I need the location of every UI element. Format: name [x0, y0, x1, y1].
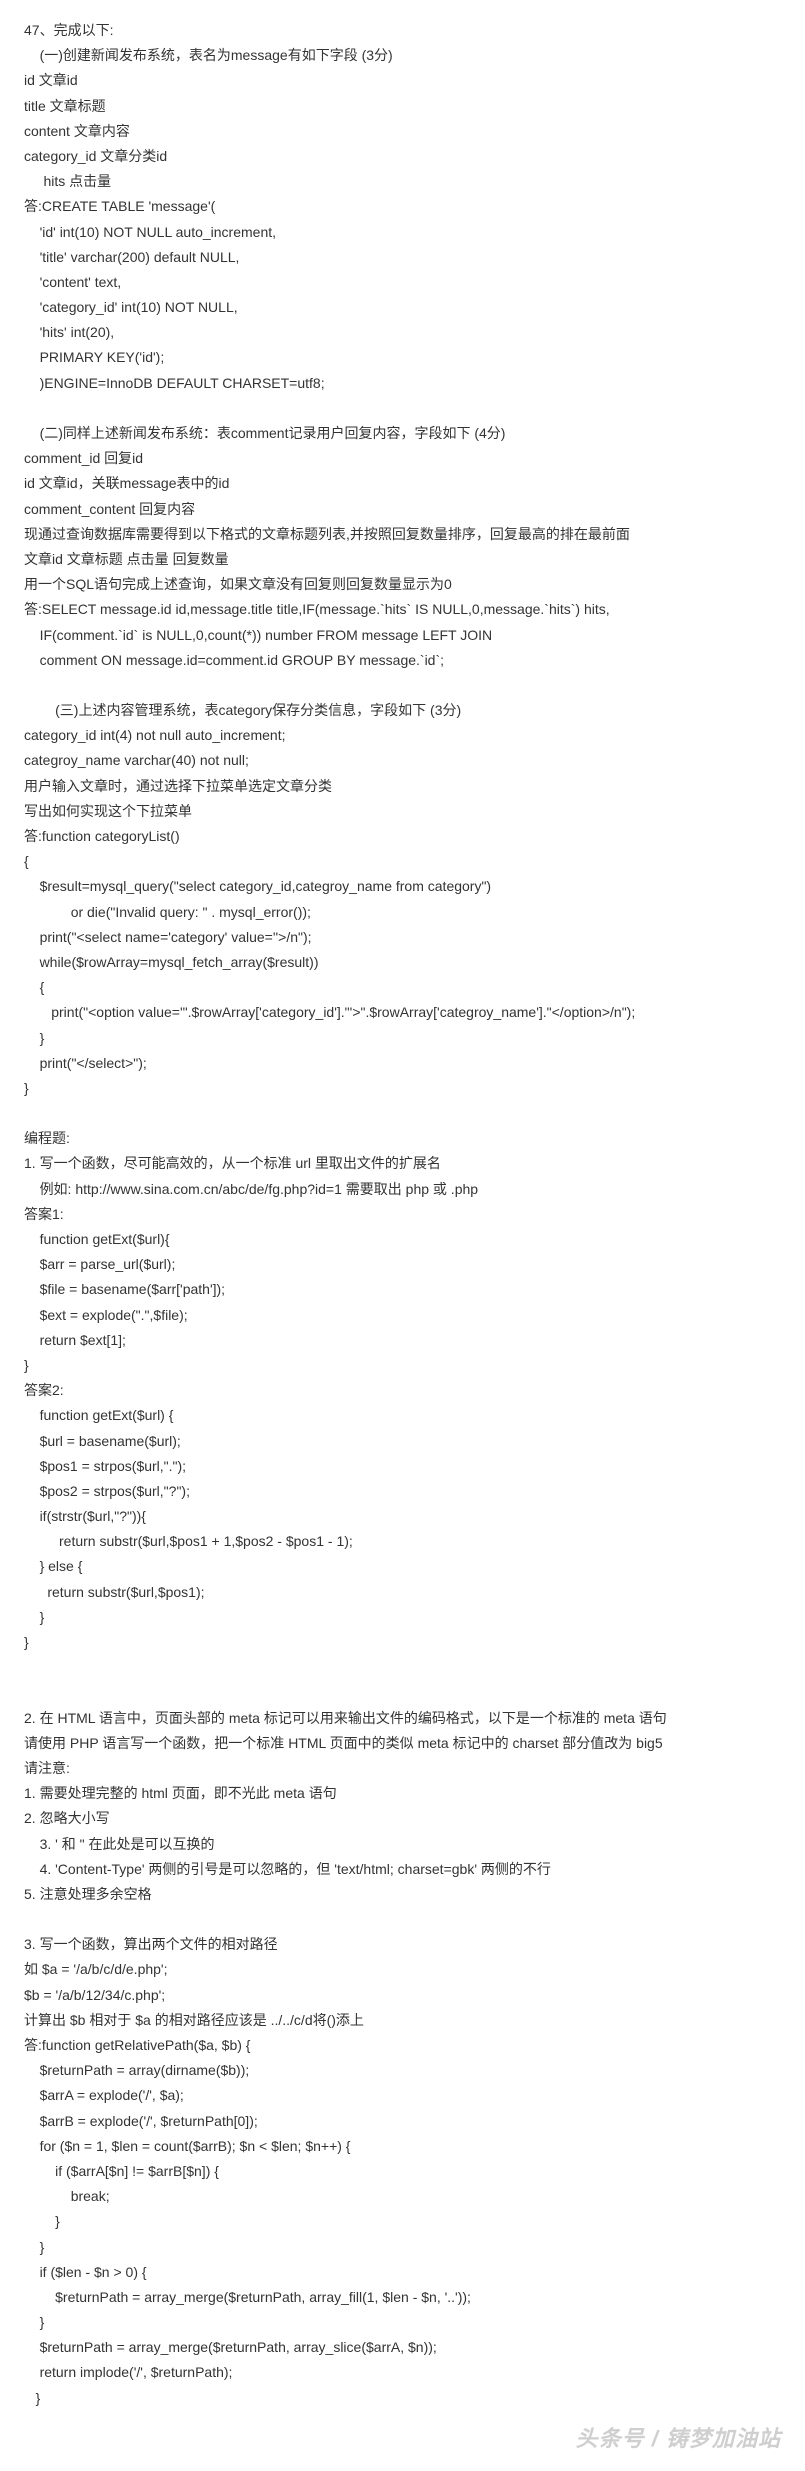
q47-p1-title: (一)创建新闻发布系统，表名为message有如下字段 (3分) — [24, 43, 781, 68]
prog-q1-ans2-line: function getExt($url) { — [24, 1403, 781, 1428]
q47-p1-field: category_id 文章分类id — [24, 144, 781, 169]
q47-p1-field: title 文章标题 — [24, 94, 781, 119]
spacer — [24, 396, 781, 421]
q47-p2-field: comment_id 回复id — [24, 446, 781, 471]
q47-p3-answer-line: while($rowArray=mysql_fetch_array($resul… — [24, 950, 781, 975]
prog-q3-line: 如 $a = '/a/b/c/d/e.php'; — [24, 1957, 781, 1982]
prog-q3-answer-line: for ($n = 1, $len = count($arrB); $n < $… — [24, 2134, 781, 2159]
spacer — [24, 1680, 781, 1705]
prog-q3-line: 计算出 $b 相对于 $a 的相对路径应该是 ../../c/d将()添上 — [24, 2008, 781, 2033]
q47-header: 47、完成以下: — [24, 18, 781, 43]
q47-p3-answer-line: or die("Invalid query: " . mysql_error()… — [24, 900, 781, 925]
q47-p2-field: 文章id 文章标题 点击量 回复数量 — [24, 547, 781, 572]
prog-q1-ans2-line: $pos1 = strpos($url,"."); — [24, 1454, 781, 1479]
programming-header: 编程题: — [24, 1126, 781, 1151]
q47-p2-answer-line: comment ON message.id=comment.id GROUP B… — [24, 648, 781, 673]
q47-p3-field: categroy_name varchar(40) not null; — [24, 748, 781, 773]
prog-q3-answer-line: $returnPath = array_merge($returnPath, a… — [24, 2335, 781, 2360]
q47-p1-answer-line: )ENGINE=InnoDB DEFAULT CHARSET=utf8; — [24, 371, 781, 396]
q47-p3-answer-line: $result=mysql_query("select category_id,… — [24, 874, 781, 899]
q47-p1-answer-line: 'title' varchar(200) default NULL, — [24, 245, 781, 270]
prog-q2-line: 4. 'Content-Type' 两侧的引号是可以忽略的，但 'text/ht… — [24, 1857, 781, 1882]
q47-p1-answer-line: PRIMARY KEY('id'); — [24, 345, 781, 370]
prog-q3-answer-line: } — [24, 2386, 781, 2411]
prog-q3-answer-line: } — [24, 2310, 781, 2335]
q47-p3-answer-line: print("</select>"); — [24, 1051, 781, 1076]
q47-p1-answer-label: 答:CREATE TABLE 'message'( — [24, 194, 781, 219]
prog-q1-ans2-line: return substr($url,$pos1); — [24, 1580, 781, 1605]
q47-p1-answer-line: 'content' text, — [24, 270, 781, 295]
watermark-text: 头条号 / 铸梦加油站 — [576, 2419, 781, 2459]
prog-q2-line: 请使用 PHP 语言写一个函数，把一个标准 HTML 页面中的类似 meta 标… — [24, 1731, 781, 1756]
prog-q1-ans1-line: $ext = explode(".",$file); — [24, 1303, 781, 1328]
prog-q1-ans2-line: } — [24, 1605, 781, 1630]
spacer — [24, 1655, 781, 1680]
q47-p2-field: id 文章id，关联message表中的id — [24, 471, 781, 496]
prog-q1-ans2-line: $pos2 = strpos($url,"?"); — [24, 1479, 781, 1504]
q47-p3-answer-line: print("<select name='category' value=''>… — [24, 925, 781, 950]
q47-p3-answer-line: { — [24, 975, 781, 1000]
q47-p1-answer-line: 'category_id' int(10) NOT NULL, — [24, 295, 781, 320]
prog-q1-ans1-label: 答案1: — [24, 1202, 781, 1227]
prog-q3-answer-line: 答:function getRelativePath($a, $b) { — [24, 2033, 781, 2058]
prog-q2-line: 5. 注意处理多余空格 — [24, 1882, 781, 1907]
prog-q1-ans2-label: 答案2: — [24, 1378, 781, 1403]
prog-q3-answer-line: if ($arrA[$n] != $arrB[$n]) { — [24, 2159, 781, 2184]
prog-q3-line: $b = '/a/b/12/34/c.php'; — [24, 1983, 781, 2008]
prog-q1-ans1-line: $file = basename($arr['path']); — [24, 1277, 781, 1302]
prog-q3-answer-line: $arrA = explode('/', $a); — [24, 2083, 781, 2108]
prog-q3-line: 3. 写一个函数，算出两个文件的相对路径 — [24, 1932, 781, 1957]
q47-p3-answer-line: print("<option value='".$rowArray['categ… — [24, 1000, 781, 1025]
prog-q1-ans2-line: return substr($url,$pos1 + 1,$pos2 - $po… — [24, 1529, 781, 1554]
q47-p2-answer-line: 答:SELECT message.id id,message.title tit… — [24, 597, 781, 622]
q47-p2-title: (二)同样上述新闻发布系统：表comment记录用户回复内容，字段如下 (4分) — [24, 421, 781, 446]
prog-q2-line: 请注意: — [24, 1756, 781, 1781]
prog-q1-ans2-line: if(strstr($url,"?")){ — [24, 1504, 781, 1529]
prog-q1-ans2-line: $url = basename($url); — [24, 1429, 781, 1454]
prog-q1-ans1-line: return $ext[1]; — [24, 1328, 781, 1353]
prog-q2-line: 1. 需要处理完整的 html 页面，即不光此 meta 语句 — [24, 1781, 781, 1806]
prog-q2-line: 3. ' 和 " 在此处是可以互换的 — [24, 1832, 781, 1857]
prog-q1-ans2-line: } else { — [24, 1554, 781, 1579]
q47-p2-field: 用一个SQL语句完成上述查询，如果文章没有回复则回复数量显示为0 — [24, 572, 781, 597]
document-page: 47、完成以下: (一)创建新闻发布系统，表名为message有如下字段 (3分… — [0, 0, 805, 2471]
prog-q3-answer-line: return implode('/', $returnPath); — [24, 2360, 781, 2385]
prog-q1-ans1-line: function getExt($url){ — [24, 1227, 781, 1252]
q47-p2-field: 现通过查询数据库需要得到以下格式的文章标题列表,并按照回复数量排序，回复最高的排… — [24, 522, 781, 547]
prog-q1-line: 例如: http://www.sina.com.cn/abc/de/fg.php… — [24, 1177, 781, 1202]
prog-q3-answer-line: } — [24, 2235, 781, 2260]
q47-p1-answer-line: 'hits' int(20), — [24, 320, 781, 345]
prog-q1-ans2-line: } — [24, 1630, 781, 1655]
q47-p3-answer-line: 答:function categoryList() — [24, 824, 781, 849]
prog-q3-answer-line: if ($len - $n > 0) { — [24, 2260, 781, 2285]
prog-q3-answer-line: $arrB = explode('/', $returnPath[0]); — [24, 2109, 781, 2134]
prog-q3-answer-line: $returnPath = array(dirname($b)); — [24, 2058, 781, 2083]
prog-q2-line: 2. 忽略大小写 — [24, 1806, 781, 1831]
q47-p2-field: comment_content 回复内容 — [24, 497, 781, 522]
q47-p1-field: content 文章内容 — [24, 119, 781, 144]
q47-p1-field: hits 点击量 — [24, 169, 781, 194]
prog-q1-ans1-line: } — [24, 1353, 781, 1378]
q47-p3-field: 用户输入文章时，通过选择下拉菜单选定文章分类 — [24, 774, 781, 799]
spacer — [24, 1907, 781, 1932]
prog-q3-answer-line: break; — [24, 2184, 781, 2209]
prog-q1-ans1-line: $arr = parse_url($url); — [24, 1252, 781, 1277]
q47-p3-field: 写出如何实现这个下拉菜单 — [24, 799, 781, 824]
spacer — [24, 1101, 781, 1126]
q47-p3-answer-line: } — [24, 1076, 781, 1101]
q47-p3-title: (三)上述内容管理系统，表category保存分类信息，字段如下 (3分) — [24, 698, 781, 723]
prog-q3-answer-line: } — [24, 2209, 781, 2234]
q47-p3-field: category_id int(4) not null auto_increme… — [24, 723, 781, 748]
prog-q3-answer-line: $returnPath = array_merge($returnPath, a… — [24, 2285, 781, 2310]
q47-p2-answer-line: IF(comment.`id` is NULL,0,count(*)) numb… — [24, 623, 781, 648]
prog-q2-line: 2. 在 HTML 语言中，页面头部的 meta 标记可以用来输出文件的编码格式… — [24, 1706, 781, 1731]
q47-p1-field: id 文章id — [24, 68, 781, 93]
spacer — [24, 673, 781, 698]
q47-p3-answer-line: } — [24, 1026, 781, 1051]
q47-p1-answer-line: 'id' int(10) NOT NULL auto_increment, — [24, 220, 781, 245]
prog-q1-line: 1. 写一个函数，尽可能高效的，从一个标准 url 里取出文件的扩展名 — [24, 1151, 781, 1176]
q47-p3-answer-line: { — [24, 849, 781, 874]
